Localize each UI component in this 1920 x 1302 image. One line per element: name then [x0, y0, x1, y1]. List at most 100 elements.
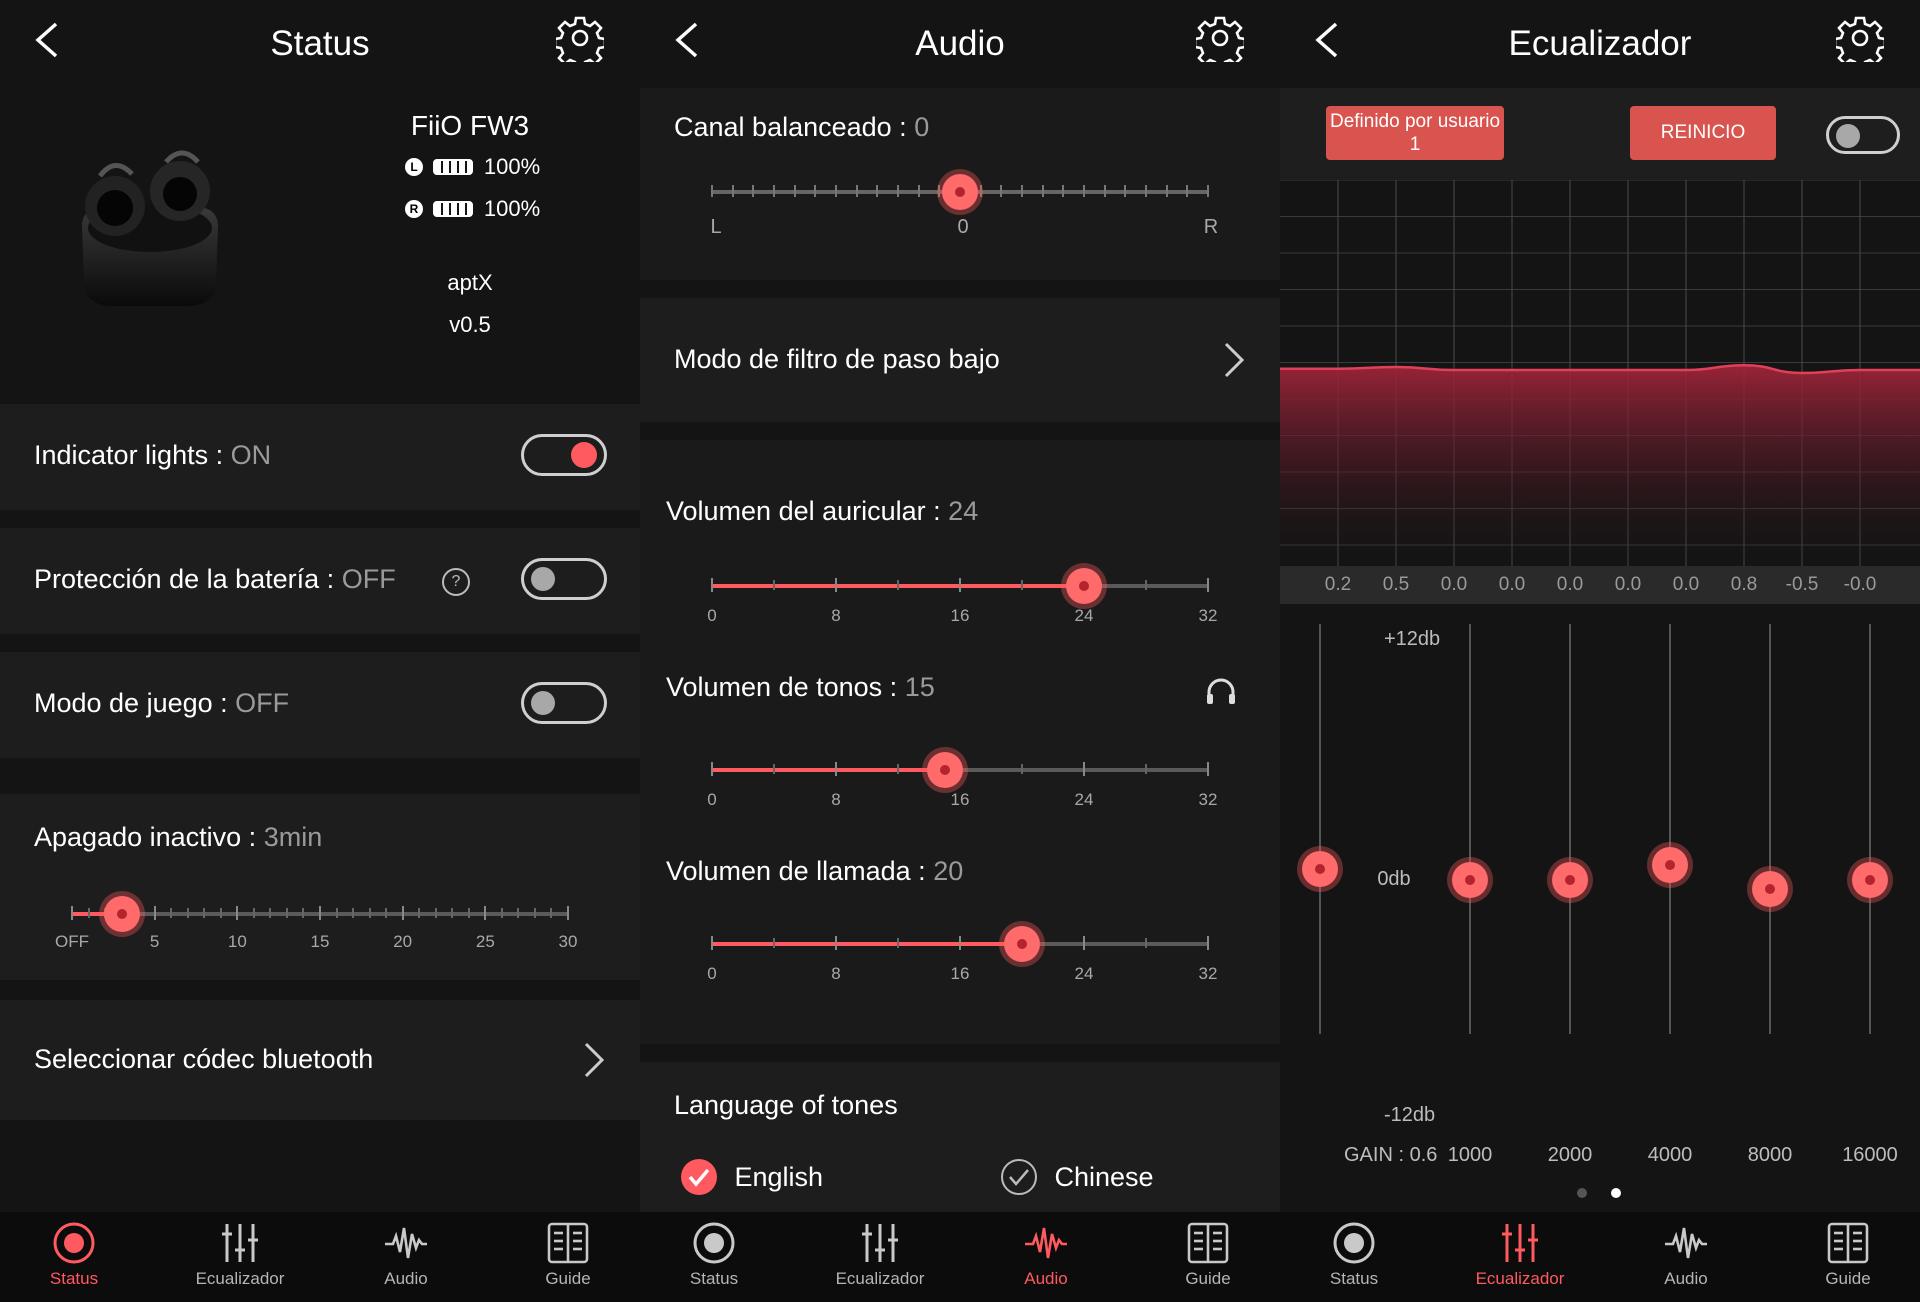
device-info: FiiO FW3 L 100% R 100% aptX v0.5 — [0, 88, 640, 388]
preset-button[interactable]: Definido por usuario 1 — [1326, 106, 1504, 160]
tab-status[interactable]: Status — [14, 1220, 134, 1289]
slider-tick — [1062, 185, 1065, 197]
game-mode-row: Modo de juego : OFF — [0, 652, 640, 758]
slider-tick — [533, 908, 536, 918]
codec-select-row[interactable]: Seleccionar códec bluetooth — [0, 1000, 640, 1120]
slider-tick — [1145, 185, 1147, 197]
tab-guide[interactable]: Guide — [1788, 1220, 1908, 1289]
unchecked-circle-icon — [1001, 1159, 1037, 1195]
tab-audio[interactable]: Audio — [1626, 1220, 1746, 1289]
waveform-icon — [383, 1220, 429, 1266]
status-icon — [51, 1220, 97, 1266]
page-indicator-dot[interactable] — [1577, 1188, 1587, 1198]
eq-band-thumb[interactable] — [1752, 871, 1788, 908]
headphones-icon[interactable] — [1204, 676, 1238, 706]
lowpass-row[interactable]: Modo de filtro de paso bajo — [640, 298, 1280, 422]
gain-value: -0.5 — [1785, 574, 1819, 595]
slider-tick — [731, 185, 734, 197]
slider-fill — [712, 942, 1022, 946]
language-option-chinese[interactable]: Chinese — [1000, 1158, 1154, 1196]
slider-tick-label: 5 — [149, 932, 160, 951]
eq-band-label: 8000 — [1747, 1144, 1793, 1166]
tab-ecualizador[interactable]: Ecualizador — [180, 1220, 300, 1289]
auto-off-slider[interactable]: OFF 5 10 15 20 25 30 — [0, 794, 640, 980]
headphone-volume-slider[interactable]: 0 8 16 24 32 — [640, 540, 1280, 630]
indicator-lights-label: Indicator lights : ON — [34, 440, 272, 470]
slider-thumb[interactable] — [942, 174, 978, 210]
tab-ecualizador[interactable]: Ecualizador — [820, 1220, 940, 1289]
battery-protection-toggle[interactable] — [521, 558, 607, 600]
tone-volume-slider[interactable]: 0 8 16 24 32 — [640, 724, 1280, 814]
slider-thumb[interactable] — [1004, 926, 1040, 962]
tab-status[interactable]: Status — [1294, 1220, 1414, 1289]
slider-tick — [711, 936, 713, 950]
slider-tick-label: 16 — [950, 964, 970, 983]
reset-button[interactable]: REINICIO — [1630, 106, 1776, 160]
page-title: Ecualizador — [1508, 24, 1692, 63]
slider-tick — [835, 578, 837, 592]
slider-tick — [1165, 185, 1168, 197]
slider-tick — [352, 908, 355, 918]
slider-tick — [1083, 762, 1085, 776]
slider-tick — [401, 906, 404, 920]
call-volume-slider[interactable]: 0 8 16 24 32 — [640, 898, 1280, 988]
page-indicator-dot[interactable] — [1611, 1188, 1621, 1198]
slider-tick — [1207, 762, 1209, 776]
settings-gear-icon[interactable] — [556, 14, 604, 62]
slider-tick — [835, 762, 837, 776]
equalizer-icon — [217, 1220, 263, 1266]
indicator-lights-toggle[interactable] — [521, 434, 607, 476]
slider-tick-label: 16 — [950, 606, 970, 625]
balance-slider[interactable] — [640, 88, 1280, 280]
settings-gear-icon[interactable] — [1196, 14, 1244, 62]
right-battery-value: 100% — [483, 196, 541, 221]
tab-label: Ecualizador — [835, 1269, 925, 1288]
eq-band-label: 16000 — [1842, 1144, 1898, 1166]
eq-band-thumb[interactable] — [1452, 862, 1488, 898]
slider-tick — [773, 580, 775, 590]
tab-audio[interactable]: Audio — [346, 1220, 466, 1289]
checked-circle-icon — [681, 1159, 717, 1195]
audio-header: Audio — [640, 0, 1280, 88]
slider-tick — [917, 185, 920, 197]
slider-tick — [434, 908, 437, 918]
slider-tick — [773, 764, 775, 774]
battery-icon — [433, 159, 474, 175]
gain-strip — [1280, 566, 1920, 604]
tab-guide[interactable]: Guide — [1148, 1220, 1268, 1289]
eq-enable-toggle[interactable] — [1826, 116, 1900, 154]
slider-tick-label: 8 — [831, 606, 841, 625]
tab-audio[interactable]: Audio — [986, 1220, 1106, 1289]
balance-row: Canal balanceado : 0 L 0 R — [640, 88, 1280, 280]
equalizer-icon — [1497, 1220, 1543, 1266]
slider-tick — [1207, 185, 1209, 197]
game-mode-toggle[interactable] — [521, 682, 607, 724]
slider-tick — [1041, 185, 1044, 197]
slider-tick-label: 30 — [558, 932, 578, 951]
tab-guide[interactable]: Guide — [508, 1220, 628, 1289]
tab-label: Audio — [384, 1269, 428, 1288]
slider-tick — [773, 938, 775, 948]
slider-thumb[interactable] — [1066, 568, 1102, 604]
slider-tick — [567, 906, 569, 920]
slider-thumb[interactable] — [103, 896, 140, 932]
eq-band-thumb[interactable] — [1852, 862, 1888, 898]
right-earbud-mark: R — [405, 200, 423, 218]
equalizer-icon — [857, 1220, 903, 1266]
help-icon[interactable]: ? — [442, 568, 470, 596]
slider-thumb[interactable] — [926, 752, 963, 788]
slider-tick — [979, 185, 982, 197]
slider-tick — [550, 908, 553, 918]
language-option-english[interactable]: English — [680, 1158, 823, 1196]
tab-ecualizador[interactable]: Ecualizador — [1460, 1220, 1580, 1289]
eq-band-thumb[interactable] — [1552, 862, 1588, 898]
settings-gear-icon[interactable] — [1836, 14, 1884, 62]
tab-status[interactable]: Status — [654, 1220, 774, 1289]
tab-label: Ecualizador — [195, 1269, 285, 1288]
left-battery: L 100% — [405, 154, 540, 180]
bottom-tab-bar: Status Ecualizador Audio Guide — [1280, 1212, 1920, 1302]
eq-band-thumb[interactable] — [1302, 850, 1338, 887]
eq-band-thumb[interactable] — [1652, 846, 1688, 883]
slider-tick — [855, 185, 858, 197]
slider-tick — [1021, 580, 1023, 590]
